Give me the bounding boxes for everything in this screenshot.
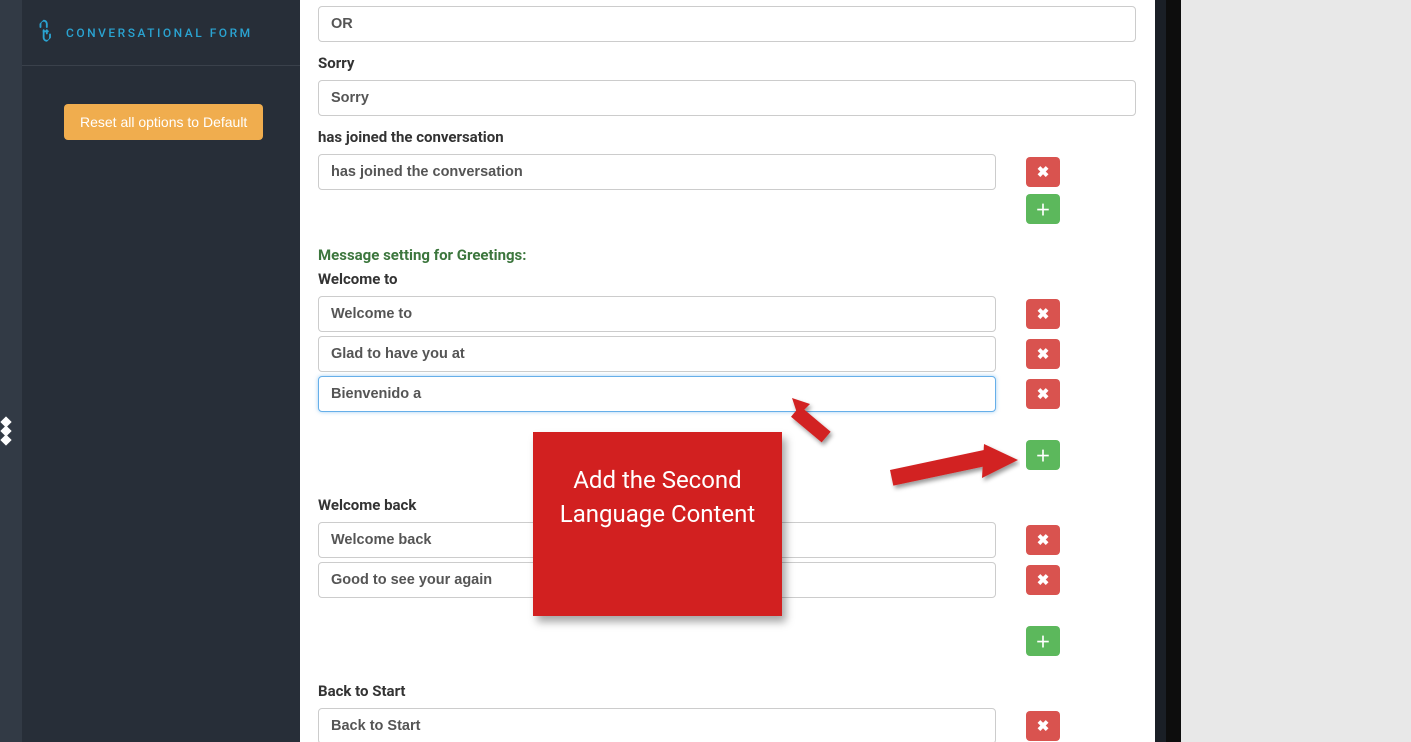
annotation-callout: Add the Second Language Content — [533, 432, 782, 616]
close-icon: ✖ — [1037, 305, 1050, 323]
add-button-welcome-to[interactable]: ＋ — [1026, 440, 1060, 470]
sorry-input[interactable] — [318, 80, 1136, 116]
sorry-label: Sorry — [318, 54, 1137, 72]
annotation-arrow-icon — [890, 438, 1020, 498]
plus-icon: ＋ — [1035, 199, 1050, 220]
remove-button[interactable]: ✖ — [1026, 157, 1060, 187]
remove-button[interactable]: ✖ — [1026, 379, 1060, 409]
back-to-start-label: Back to Start — [318, 682, 1137, 700]
stage: CONVERSATIONAL FORM Reset all options to… — [0, 0, 1411, 742]
close-icon: ✖ — [1037, 571, 1050, 589]
welcome-to-input-1[interactable] — [318, 336, 996, 372]
back-to-start-input-0[interactable] — [318, 708, 996, 742]
remove-button[interactable]: ✖ — [1026, 565, 1060, 595]
remove-button[interactable]: ✖ — [1026, 339, 1060, 369]
border-strip — [1166, 0, 1181, 742]
sidebar-header: CONVERSATIONAL FORM — [22, 0, 300, 66]
plus-icon: ＋ — [1035, 445, 1050, 466]
plug-icon — [33, 18, 62, 47]
add-button-welcome-back[interactable]: ＋ — [1026, 626, 1060, 656]
dark-shell: CONVERSATIONAL FORM Reset all options to… — [0, 0, 1166, 742]
annotation-arrow-icon — [786, 392, 846, 452]
reset-button[interactable]: Reset all options to Default — [64, 104, 263, 140]
or-input[interactable] — [318, 6, 1136, 42]
close-icon: ✖ — [1037, 163, 1050, 181]
add-button[interactable]: ＋ — [1026, 194, 1060, 224]
joined-input[interactable] — [318, 154, 996, 190]
welcome-to-input-0[interactable] — [318, 296, 996, 332]
greetings-section-title: Message setting for Greetings: — [318, 246, 1137, 264]
close-icon: ✖ — [1037, 385, 1050, 403]
welcome-to-label: Welcome to — [318, 270, 1137, 288]
close-icon: ✖ — [1037, 345, 1050, 363]
right-pane — [1181, 0, 1411, 742]
close-icon: ✖ — [1037, 717, 1050, 735]
sidebar-title: CONVERSATIONAL FORM — [66, 26, 253, 40]
sidebar: CONVERSATIONAL FORM Reset all options to… — [22, 0, 300, 742]
remove-button[interactable]: ✖ — [1026, 711, 1060, 741]
remove-button[interactable]: ✖ — [1026, 299, 1060, 329]
drag-handle-diamonds[interactable] — [2, 418, 10, 444]
joined-label: has joined the conversation — [318, 128, 1137, 146]
settings-panel: Sorry has joined the conversation ✖ ＋ Me… — [300, 0, 1155, 742]
close-icon: ✖ — [1037, 531, 1050, 549]
remove-button[interactable]: ✖ — [1026, 525, 1060, 555]
plus-icon: ＋ — [1035, 631, 1050, 652]
welcome-to-input-2[interactable] — [318, 376, 996, 412]
